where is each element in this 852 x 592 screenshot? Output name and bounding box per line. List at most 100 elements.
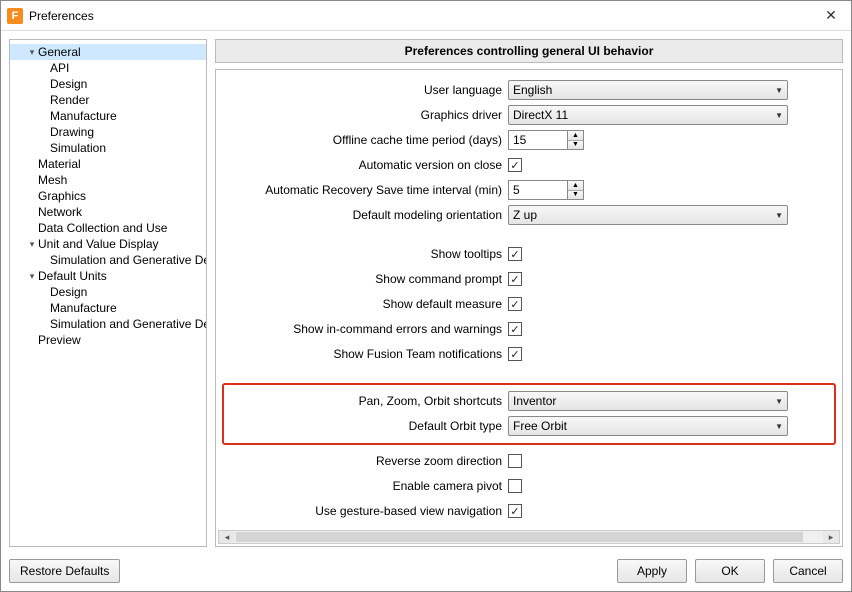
tree-item-mesh[interactable]: Mesh: [10, 172, 206, 188]
dropdown-value: Inventor: [513, 394, 556, 408]
checkbox-show-cmd-prompt[interactable]: ✓: [508, 272, 522, 286]
tree-label: Preview: [38, 333, 81, 347]
label-gesture-nav: Use gesture-based view navigation: [222, 504, 508, 518]
panel-title: Preferences controlling general UI behav…: [215, 39, 843, 63]
input-offline-cache[interactable]: [508, 130, 568, 150]
tree-item-api[interactable]: API: [10, 60, 206, 76]
label-pan-zoom-orbit: Pan, Zoom, Orbit shortcuts: [226, 394, 508, 408]
tree-item-material[interactable]: Material: [10, 156, 206, 172]
row-pan-zoom-orbit: Pan, Zoom, Orbit shortcuts Inventor ▼: [226, 389, 832, 413]
checkbox-show-default-measure[interactable]: ✓: [508, 297, 522, 311]
caret-down-icon: ▾: [26, 47, 38, 58]
restore-defaults-button[interactable]: Restore Defaults: [9, 559, 120, 583]
cancel-button[interactable]: Cancel: [773, 559, 843, 583]
dropdown-pan-zoom-orbit[interactable]: Inventor ▼: [508, 391, 788, 411]
checkbox-gesture-nav[interactable]: ✓: [508, 504, 522, 518]
tree-item-preview[interactable]: Preview: [10, 332, 206, 348]
label-show-default-measure: Show default measure: [222, 297, 508, 311]
label-show-cmd-prompt: Show command prompt: [222, 272, 508, 286]
row-default-orientation: Default modeling orientation Z up ▼: [222, 203, 836, 227]
checkbox-show-tooltips[interactable]: ✓: [508, 247, 522, 261]
scroll-left-icon[interactable]: ◂: [219, 531, 235, 543]
tree-item-drawing[interactable]: Drawing: [10, 124, 206, 140]
scroll-track[interactable]: [235, 531, 823, 543]
spin-down-icon[interactable]: ▼: [568, 141, 583, 150]
tree-item-du-design[interactable]: Design: [10, 284, 206, 300]
tree-label: Drawing: [50, 125, 94, 139]
tree-item-du-simgen[interactable]: Simulation and Generative Design: [10, 316, 206, 332]
checkbox-show-incmd-errors[interactable]: ✓: [508, 322, 522, 336]
row-show-cmd-prompt: Show command prompt ✓: [222, 267, 836, 291]
dropdown-default-orientation[interactable]: Z up ▼: [508, 205, 788, 225]
row-show-incmd-errors: Show in-command errors and warnings ✓: [222, 317, 836, 341]
window-title: Preferences: [29, 9, 811, 23]
label-offline-cache: Offline cache time period (days): [222, 133, 508, 147]
row-show-fusion-team: Show Fusion Team notifications ✓: [222, 342, 836, 366]
tree-item-manufacture[interactable]: Manufacture: [10, 108, 206, 124]
scroll-thumb[interactable]: [236, 532, 803, 542]
settings-area: User language English ▼ Graphics driver …: [215, 69, 843, 547]
tree-label: Graphics: [38, 189, 86, 203]
row-default-orbit: Default Orbit type Free Orbit ▼: [226, 414, 832, 438]
spinner-offline-cache[interactable]: ▲ ▼: [508, 130, 584, 150]
dropdown-default-orbit[interactable]: Free Orbit ▼: [508, 416, 788, 436]
row-auto-version: Automatic version on close ✓: [222, 153, 836, 177]
content-area: ▾ General API Design Render Manufacture …: [1, 31, 851, 555]
tree-label: Simulation and Generative Design: [50, 317, 207, 331]
spin-up-icon[interactable]: ▲: [568, 181, 583, 191]
tree-item-unit-value[interactable]: ▾ Unit and Value Display: [10, 236, 206, 252]
app-icon: F: [7, 8, 23, 24]
tree-item-graphics[interactable]: Graphics: [10, 188, 206, 204]
tree-item-data-collection[interactable]: Data Collection and Use: [10, 220, 206, 236]
checkbox-auto-version[interactable]: ✓: [508, 158, 522, 172]
label-show-incmd-errors: Show in-command errors and warnings: [222, 322, 508, 336]
label-show-fusion-team: Show Fusion Team notifications: [222, 347, 508, 361]
label-default-orbit: Default Orbit type: [226, 419, 508, 433]
nav-tree[interactable]: ▾ General API Design Render Manufacture …: [9, 39, 207, 547]
tree-item-design[interactable]: Design: [10, 76, 206, 92]
tree-item-network[interactable]: Network: [10, 204, 206, 220]
ok-button[interactable]: OK: [695, 559, 765, 583]
tree-item-default-units[interactable]: ▾ Default Units: [10, 268, 206, 284]
dropdown-value: Z up: [513, 208, 537, 222]
label-reverse-zoom: Reverse zoom direction: [222, 454, 508, 468]
tree-item-du-manufacture[interactable]: Manufacture: [10, 300, 206, 316]
tree-label: Manufacture: [50, 109, 117, 123]
chevron-down-icon: ▼: [775, 422, 783, 431]
input-auto-recovery[interactable]: [508, 180, 568, 200]
row-auto-recovery: Automatic Recovery Save time interval (m…: [222, 178, 836, 202]
checkbox-show-fusion-team[interactable]: ✓: [508, 347, 522, 361]
tree-item-render[interactable]: Render: [10, 92, 206, 108]
dropdown-value: DirectX 11: [513, 108, 568, 122]
spinner-auto-recovery[interactable]: ▲ ▼: [508, 180, 584, 200]
scroll-right-icon[interactable]: ▸: [823, 531, 839, 543]
right-panel: Preferences controlling general UI behav…: [215, 39, 843, 547]
checkbox-camera-pivot[interactable]: [508, 479, 522, 493]
tree-label: Render: [50, 93, 89, 107]
checkbox-reverse-zoom[interactable]: [508, 454, 522, 468]
close-button[interactable]: ✕: [811, 1, 851, 31]
spin-up-icon[interactable]: ▲: [568, 131, 583, 141]
tree-label: Unit and Value Display: [38, 237, 159, 251]
tree-item-uv-simgen[interactable]: Simulation and Generative Design: [10, 252, 206, 268]
apply-button[interactable]: Apply: [617, 559, 687, 583]
row-show-default-measure: Show default measure ✓: [222, 292, 836, 316]
tree-label: Design: [50, 77, 87, 91]
spin-down-icon[interactable]: ▼: [568, 191, 583, 200]
chevron-down-icon: ▼: [775, 397, 783, 406]
tree-item-simulation[interactable]: Simulation: [10, 140, 206, 156]
label-auto-recovery: Automatic Recovery Save time interval (m…: [222, 183, 508, 197]
close-icon: ✕: [825, 7, 837, 24]
caret-down-icon: ▾: [26, 271, 38, 282]
label-user-language: User language: [222, 83, 508, 97]
dropdown-value: English: [513, 83, 552, 97]
row-reverse-zoom: Reverse zoom direction: [222, 449, 836, 473]
dropdown-user-language[interactable]: English ▼: [508, 80, 788, 100]
highlight-box: Pan, Zoom, Orbit shortcuts Inventor ▼ De…: [222, 383, 836, 445]
horizontal-scrollbar[interactable]: ◂ ▸: [218, 530, 840, 544]
chevron-down-icon: ▼: [775, 111, 783, 120]
row-show-tooltips: Show tooltips ✓: [222, 242, 836, 266]
dropdown-graphics-driver[interactable]: DirectX 11 ▼: [508, 105, 788, 125]
tree-item-general[interactable]: ▾ General: [10, 44, 206, 60]
dropdown-value: Free Orbit: [513, 419, 567, 433]
